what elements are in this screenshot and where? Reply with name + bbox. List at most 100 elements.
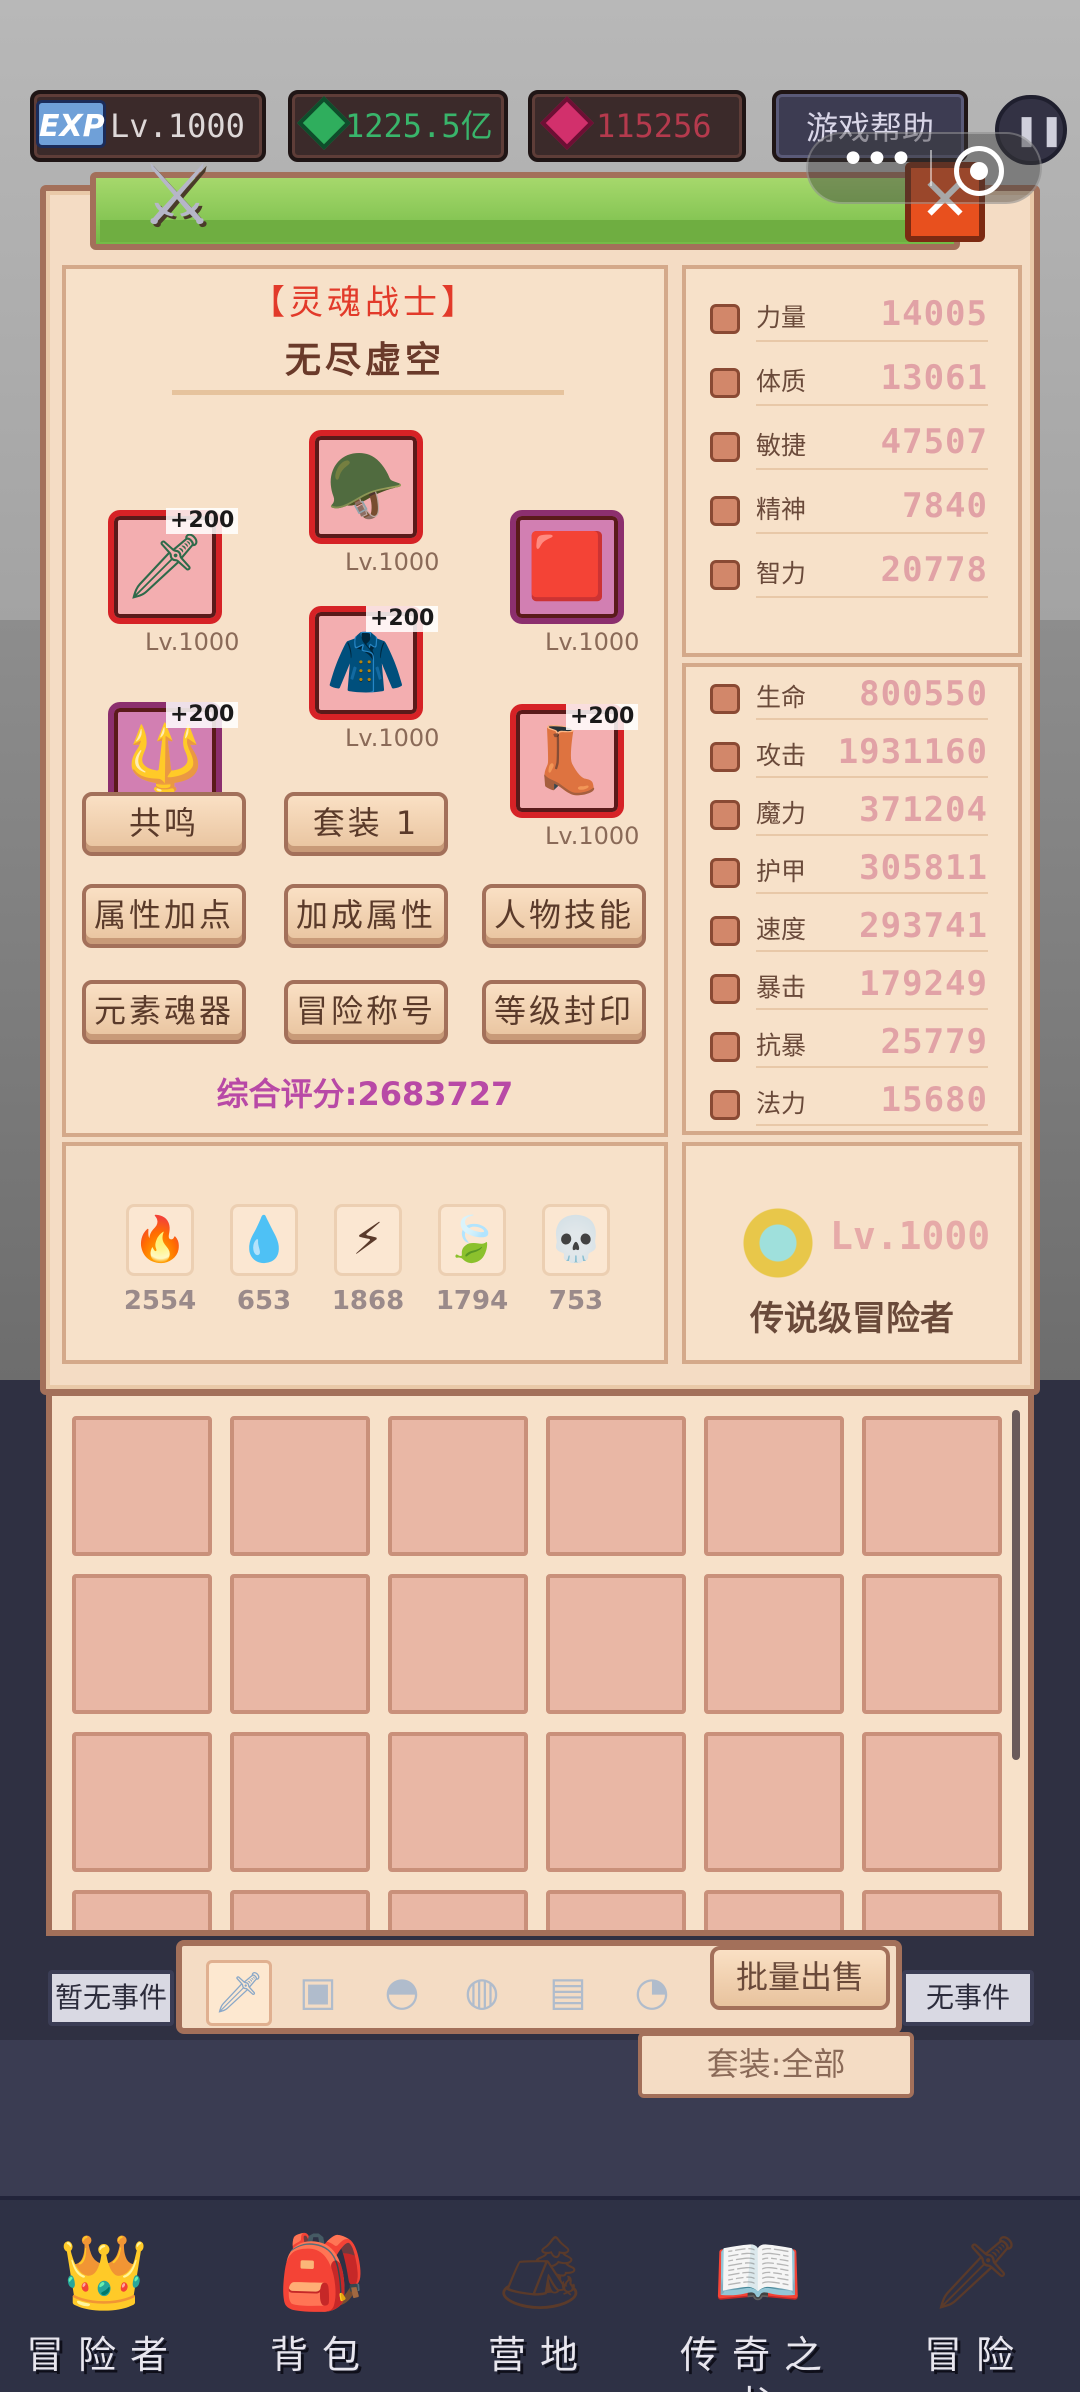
nav-icon-4[interactable]: 🗡: [926, 2222, 1026, 2322]
inventory-slot[interactable]: [546, 1732, 686, 1872]
inventory-slot[interactable]: [230, 1574, 370, 1714]
nav-icon-0[interactable]: 👑: [54, 2222, 154, 2322]
gloves-bonus: +200: [166, 702, 239, 728]
inventory-slot[interactable]: [546, 1574, 686, 1714]
tab-pants-icon[interactable]: ▤: [538, 1962, 598, 2022]
exp-icon: EXP: [36, 100, 106, 148]
combat-stat-icon-2: [710, 800, 740, 830]
rubies-amount: 115256: [596, 107, 712, 145]
nav-icon-2[interactable]: 🏕: [490, 2222, 590, 2322]
set-filter-dropdown[interactable]: 套装:全部: [638, 2032, 914, 2098]
stat-divider: [756, 718, 988, 720]
combat-stat-label: 法力: [756, 1089, 807, 1118]
inventory-slot[interactable]: [862, 1574, 1002, 1714]
attribute-points-button[interactable]: 属性加点: [82, 884, 246, 948]
stat-icon-0: [710, 304, 740, 334]
inventory-slot[interactable]: [546, 1416, 686, 1556]
tab-weapon-icon[interactable]: 🗡: [206, 1960, 272, 2026]
fire-element-icon[interactable]: 🔥: [126, 1204, 194, 1276]
combat-stat-label: 攻击: [756, 741, 807, 770]
thunder-element-icon[interactable]: ⚡: [334, 1204, 402, 1276]
tab-chest-icon[interactable]: ◍: [452, 1962, 512, 2022]
water-element-icon[interactable]: 💧: [230, 1204, 298, 1276]
stat-value: 7840: [902, 486, 988, 526]
inventory-grid: [46, 1390, 1034, 1936]
nav-label-0[interactable]: 冒险者: [4, 2330, 204, 2380]
inventory-slot[interactable]: [704, 1890, 844, 1930]
combat-stat-icon-6: [710, 1032, 740, 1062]
helmet-slot[interactable]: 🪖: [309, 430, 423, 544]
stat-label: 力量: [756, 303, 807, 332]
inventory-slot[interactable]: [704, 1416, 844, 1556]
adventure-title-button[interactable]: 冒险称号: [284, 980, 448, 1044]
fire-element-count: 2554: [123, 1286, 197, 1316]
nav-label-1[interactable]: 背包: [222, 2330, 422, 2380]
inventory-slot[interactable]: [862, 1732, 1002, 1872]
stat-label: 敏捷: [756, 431, 807, 460]
inventory-slot[interactable]: [704, 1574, 844, 1714]
inventory-slot[interactable]: [546, 1890, 686, 1930]
class-title: 【灵魂战士】: [251, 283, 479, 323]
rank-badge-icon: [718, 1188, 818, 1288]
inventory-slot[interactable]: [704, 1732, 844, 1872]
set-button[interactable]: 套装 1: [284, 792, 448, 856]
combat-stat-label: 速度: [756, 915, 807, 944]
inventory-slot[interactable]: [388, 1416, 528, 1556]
nav-label-3[interactable]: 传奇之书: [658, 2330, 858, 2392]
combat-stat-label: 抗暴: [756, 1031, 807, 1060]
tab-helmet-icon[interactable]: ◓: [372, 1962, 432, 2022]
more-options-icon[interactable]: •••: [836, 138, 916, 196]
nav-icon-3[interactable]: 📖: [708, 2222, 808, 2322]
inventory-slot[interactable]: [230, 1732, 370, 1872]
weapon-level: Lv.1000: [145, 628, 240, 656]
inventory-slot[interactable]: [388, 1574, 528, 1714]
overall-score: 综合评分:2683727: [216, 1075, 514, 1113]
combat-stat-label: 魔力: [756, 799, 807, 828]
element-soul-button[interactable]: 元素魂器: [82, 980, 246, 1044]
nav-label-4[interactable]: 冒险: [876, 2330, 1076, 2380]
combat-stat-value: 371204: [859, 790, 988, 830]
inventory-slot[interactable]: [230, 1890, 370, 1930]
stat-divider: [756, 950, 988, 952]
helmet-level: Lv.1000: [345, 548, 440, 576]
inventory-slot[interactable]: [862, 1416, 1002, 1556]
artifact-slot[interactable]: 🟥: [510, 510, 624, 624]
combat-stat-label: 暴击: [756, 973, 807, 1002]
resonance-button[interactable]: 共鸣: [82, 792, 246, 856]
combat-stat-icon-5: [710, 974, 740, 1004]
stat-divider: [756, 834, 988, 836]
inventory-slot[interactable]: [72, 1732, 212, 1872]
inventory-slot[interactable]: [72, 1416, 212, 1556]
combat-stat-icon-1: [710, 742, 740, 772]
nav-icon-1[interactable]: 🎒: [272, 2222, 372, 2322]
stat-label: 精神: [756, 495, 807, 524]
stat-icon-1: [710, 368, 740, 398]
inventory-scrollbar[interactable]: [1012, 1410, 1020, 1760]
level-seal-button[interactable]: 等级封印: [482, 980, 646, 1044]
inventory-slot[interactable]: [72, 1574, 212, 1714]
bulk-sell-button[interactable]: 批量出售: [710, 1946, 890, 2010]
capsule-divider: [930, 150, 932, 186]
character-skills-button[interactable]: 人物技能: [482, 884, 646, 948]
nav-label-2[interactable]: 营地: [440, 2330, 640, 2380]
panel-header-shade: [100, 220, 950, 242]
stat-label: 体质: [756, 367, 807, 396]
combat-stat-value: 305811: [859, 848, 988, 888]
stat-divider: [756, 532, 988, 534]
boots-bonus: +200: [566, 704, 639, 730]
inventory-slot[interactable]: [72, 1890, 212, 1930]
inventory-slot[interactable]: [862, 1890, 1002, 1930]
dark-element-icon[interactable]: 💀: [542, 1204, 610, 1276]
stat-label: 智力: [756, 559, 807, 588]
helmet-icon: 🪖: [326, 450, 406, 524]
combat-stat-value: 1931160: [837, 732, 988, 772]
inventory-slot[interactable]: [388, 1732, 528, 1872]
stat-divider: [756, 468, 988, 470]
inventory-slot[interactable]: [230, 1416, 370, 1556]
armor-level: Lv.1000: [345, 724, 440, 752]
tab-ring-icon[interactable]: ◔: [622, 1962, 682, 2022]
inventory-slot[interactable]: [388, 1890, 528, 1930]
tab-armor-icon[interactable]: ▣: [288, 1962, 348, 2022]
bonus-attributes-button[interactable]: 加成属性: [284, 884, 448, 948]
earth-element-icon[interactable]: 🍃: [438, 1204, 506, 1276]
